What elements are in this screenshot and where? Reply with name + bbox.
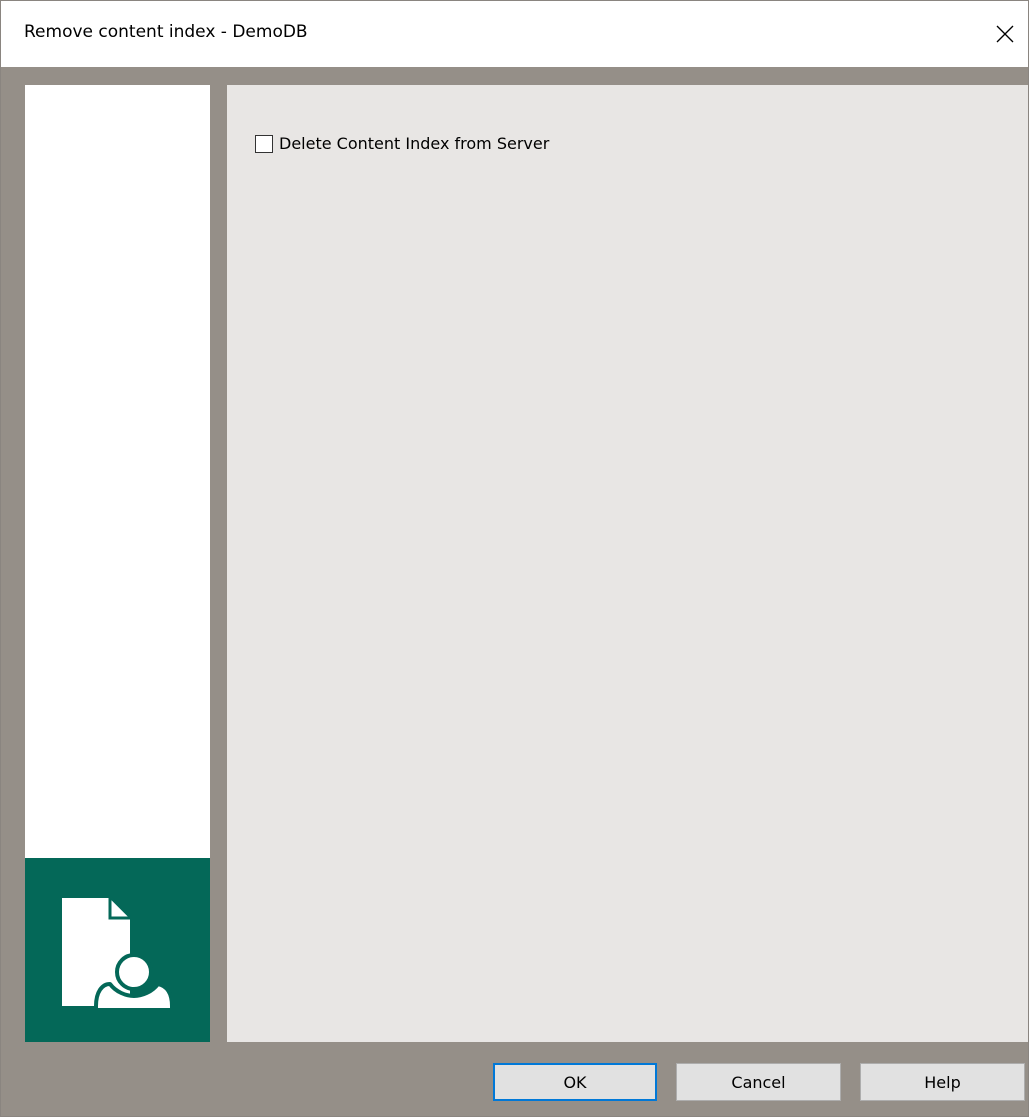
title-bar: Remove content index - DemoDB bbox=[1, 1, 1028, 67]
document-person-icon bbox=[58, 894, 178, 1018]
close-icon bbox=[996, 25, 1014, 43]
content-panel: Delete Content Index from Server bbox=[227, 85, 1028, 1042]
delete-from-server-checkbox[interactable] bbox=[255, 134, 273, 153]
ok-button[interactable]: OK bbox=[493, 1063, 657, 1101]
close-button[interactable] bbox=[982, 1, 1028, 67]
cancel-button[interactable]: Cancel bbox=[676, 1063, 841, 1101]
delete-from-server-option[interactable]: Delete Content Index from Server bbox=[255, 134, 549, 153]
dialog-window: Remove content index - DemoDB Delete Con… bbox=[0, 0, 1029, 1117]
delete-from-server-label: Delete Content Index from Server bbox=[279, 134, 550, 153]
side-panel bbox=[25, 85, 210, 1042]
window-title: Remove content index - DemoDB bbox=[24, 22, 308, 42]
side-banner bbox=[25, 858, 210, 1042]
help-button[interactable]: Help bbox=[860, 1063, 1025, 1101]
